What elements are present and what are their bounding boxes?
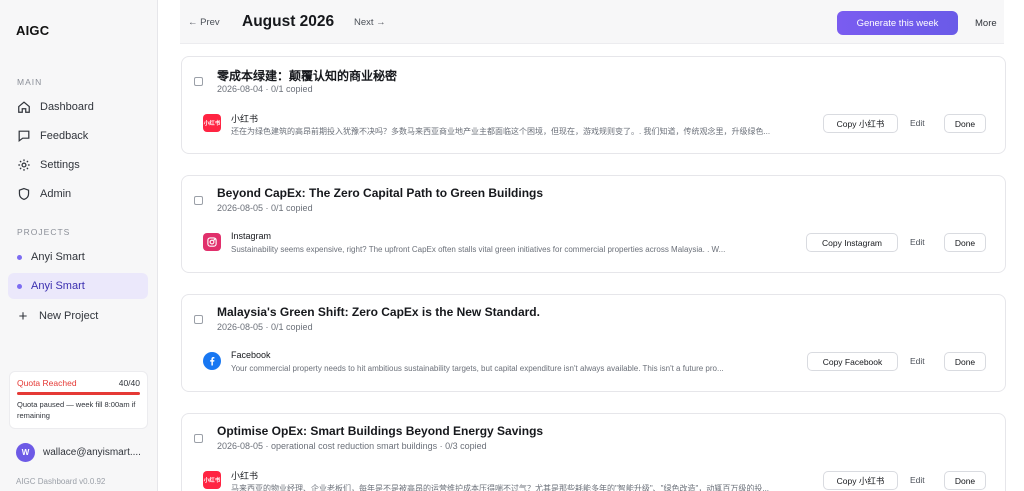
post-title: Optimise OpEx: Smart Buildings Beyond En… <box>217 424 544 438</box>
platform-name: 小红书 <box>231 471 259 481</box>
facebook-icon <box>203 352 221 370</box>
sidebar-item-settings[interactable]: Settings <box>8 152 148 178</box>
edit-button[interactable]: Edit <box>910 356 925 366</box>
more-menu-button[interactable]: More <box>975 18 997 29</box>
done-button[interactable]: Done <box>944 233 986 252</box>
post-excerpt: 马来西亚的物业经理、企业老板们，每年是不是被高昂的运营维护成本压得喘不过气？尤其… <box>231 484 770 491</box>
post-meta: 2026-08-05 · 0/1 copied <box>217 203 313 213</box>
project-dot-icon <box>17 254 22 260</box>
current-month-title: August 2026 <box>242 13 335 30</box>
xiaohongshu-icon: 小红书 <box>203 471 221 489</box>
sidebar-item-label: Admin <box>40 188 72 200</box>
edit-button[interactable]: Edit <box>910 118 925 128</box>
quota-description: Quota paused — week fill 8:00am if remai… <box>17 400 136 420</box>
new-project-button[interactable]: + New Project <box>8 303 148 329</box>
edit-button[interactable]: Edit <box>910 237 925 247</box>
post-meta: 2026-08-05 · 0/1 copied <box>217 322 313 332</box>
done-button[interactable]: Done <box>944 352 986 371</box>
projects-section-label: PROJECTS <box>17 227 71 237</box>
post-card: 零成本绿建：颠覆认知的商业秘密 2026-08-04 · 0/1 copied … <box>181 56 1006 154</box>
platform-name: Instagram <box>231 231 272 241</box>
post-excerpt: 还在为绿色建筑的高昂前期投入犹豫不决吗？多数马来西亚商业地产业主都面临这个困境，… <box>231 127 771 136</box>
brand-logo[interactable]: AIGC <box>16 23 49 38</box>
post-excerpt: Your commercial property needs to hit am… <box>231 364 724 373</box>
post-card: Optimise OpEx: Smart Buildings Beyond En… <box>181 413 1006 491</box>
sidebar-project-anyi-smart[interactable]: Anyi Smart <box>8 244 148 270</box>
generate-week-button[interactable]: Generate this week <box>837 11 958 35</box>
copy-instagram-button[interactable]: Copy Instagram <box>806 233 898 252</box>
post-select-checkbox[interactable] <box>194 434 203 443</box>
copy-xiaohongshu-button[interactable]: Copy 小红书 <box>823 471 898 490</box>
done-button[interactable]: Done <box>944 114 986 133</box>
copy-xiaohongshu-button[interactable]: Copy 小红书 <box>823 114 898 133</box>
quota-panel: Quota Reached 40/40 Quota paused — week … <box>9 371 148 429</box>
sidebar-item-label: Settings <box>40 159 80 171</box>
user-menu[interactable]: W wallace@anyismart.... <box>16 443 141 462</box>
quota-count: 40/40 <box>118 378 140 388</box>
quota-status: Quota Reached <box>17 378 77 388</box>
sidebar-item-label: Feedback <box>40 130 89 142</box>
post-excerpt: Sustainability seems expensive, right? T… <box>231 245 726 254</box>
post-card: Beyond CapEx: The Zero Capital Path to G… <box>181 175 1006 273</box>
next-month-button[interactable]: Next → <box>354 17 386 28</box>
shield-icon <box>17 187 31 201</box>
sidebar-item-admin[interactable]: Admin <box>8 181 148 207</box>
project-label: Anyi Smart <box>31 251 85 263</box>
post-meta: 2026-08-05 · operational cost reduction … <box>217 441 487 451</box>
calendar-toolbar: ← Prev August 2026 Next → Generate this … <box>180 0 1004 44</box>
quota-progress-bar <box>17 392 140 395</box>
user-email: wallace@anyismart.... <box>43 447 141 458</box>
copy-facebook-button[interactable]: Copy Facebook <box>807 352 898 371</box>
app-version: AIGC Dashboard v0.0.92 <box>16 477 106 486</box>
post-select-checkbox[interactable] <box>194 77 203 86</box>
edit-button[interactable]: Edit <box>910 475 925 485</box>
message-icon <box>17 129 31 143</box>
post-select-checkbox[interactable] <box>194 196 203 205</box>
plus-icon: + <box>18 307 28 325</box>
instagram-icon <box>203 233 221 251</box>
sidebar-item-feedback[interactable]: Feedback <box>8 123 148 149</box>
post-card: Malaysia's Green Shift: Zero CapEx is th… <box>181 294 1006 392</box>
sidebar-item-label: Dashboard <box>40 101 94 113</box>
project-label: Anyi Smart <box>31 280 85 292</box>
avatar: W <box>16 443 35 462</box>
sidebar: AIGC MAIN Dashboard Feedback Settings Ad… <box>0 0 158 491</box>
platform-name: 小红书 <box>231 114 259 124</box>
platform-name: Facebook <box>231 350 271 360</box>
gear-icon <box>17 158 31 172</box>
xiaohongshu-icon: 小红书 <box>203 114 221 132</box>
prev-month-button[interactable]: ← Prev <box>188 17 220 28</box>
project-dot-icon <box>17 283 22 289</box>
sidebar-item-dashboard[interactable]: Dashboard <box>8 94 148 120</box>
main-section-label: MAIN <box>17 77 43 87</box>
post-select-checkbox[interactable] <box>194 315 203 324</box>
new-project-label: New Project <box>39 310 99 322</box>
sidebar-project-anyi-smart-active[interactable]: Anyi Smart <box>8 273 148 299</box>
post-title: Malaysia's Green Shift: Zero CapEx is th… <box>217 305 540 319</box>
done-button[interactable]: Done <box>944 471 986 490</box>
post-title: Beyond CapEx: The Zero Capital Path to G… <box>217 186 544 200</box>
post-title: 零成本绿建：颠覆认知的商业秘密 <box>217 69 398 83</box>
home-icon <box>17 100 31 114</box>
post-meta: 2026-08-04 · 0/1 copied <box>217 84 313 94</box>
